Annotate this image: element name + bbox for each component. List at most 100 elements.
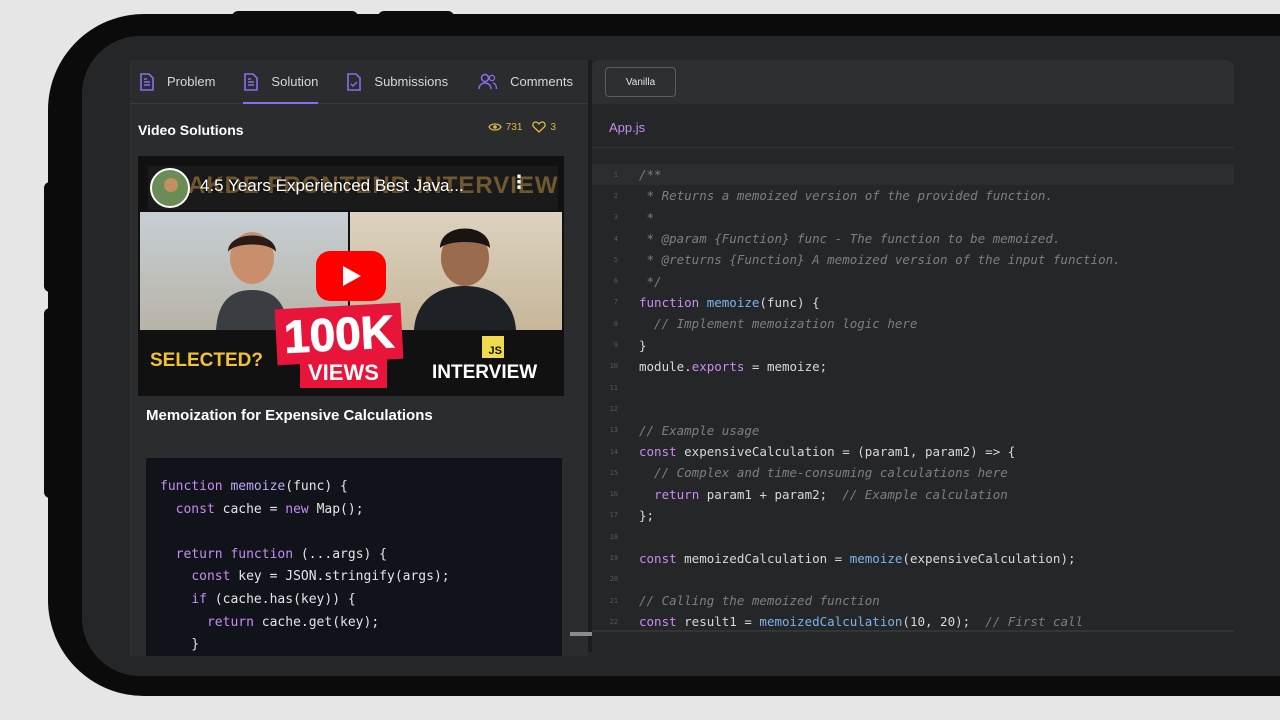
code-token: exports [691,358,745,374]
likes-count[interactable]: 3 [532,121,556,133]
users-icon [478,73,498,89]
editor-line[interactable]: 4 * @param {Function} func - The functio… [592,228,1234,249]
line-number: 16 [609,490,618,499]
channel-avatar[interactable] [150,168,190,208]
editor-line[interactable]: 13 // Example usage [592,420,1234,441]
line-code: const expensiveCalculation = (param1, pa… [639,444,1015,459]
video-player[interactable]: AKDE FRONTEND INTERVIEW 4.5 Years Experi… [138,156,564,396]
line-number: 1 [613,170,618,179]
line-code: * @param {Function} func - The function … [639,231,1061,246]
editor-line[interactable]: 14 const expensiveCalculation = (param1, … [592,441,1234,462]
line-code: // Calling the memoized function [639,593,880,608]
code-token: key = JSON.stringify(args); [238,569,450,585]
tab-label: Submissions [374,74,449,89]
code-token: const [175,501,223,517]
code-token: // First call [985,614,1084,630]
code-line: const key = JSON.stringify(args); [160,566,548,589]
tab-submissions[interactable]: Submissions [346,60,448,104]
code-token: // Complex and time-consuming calculatio… [639,465,1008,481]
code-token: result1 = [684,614,760,630]
code-token: memoizedCalculation [759,614,903,630]
line-number: 14 [609,447,618,456]
line-code: return param1 + param2; // Example calcu… [639,487,1008,502]
editor-line[interactable]: 6 */ [592,271,1234,292]
line-number: 3 [613,213,618,222]
code-editor[interactable]: 1 /** 2 * Returns a memoized version of th… [592,164,1234,630]
editor-line[interactable]: 19 const memoizedCalculation = memoize(ex… [592,547,1234,568]
line-number: 8 [613,319,618,328]
editor-line[interactable]: 2 * Returns a memoized version of the pr… [592,185,1234,206]
code-line: } [160,634,548,656]
tab-solution[interactable]: Solution [243,60,318,104]
code-token: param1 + param2; [706,486,843,502]
line-code: const memoizedCalculation = memoize(expe… [639,551,1076,566]
editor-line[interactable]: 18 [592,526,1234,547]
line-code: * [639,210,655,225]
tab-comments[interactable]: Comments [478,60,573,104]
tab-label: Problem [167,74,216,89]
line-code: * Returns a memoized version of the prov… [639,188,1053,203]
line-number: 10 [609,362,618,371]
video-header: AKDE FRONTEND INTERVIEW 4.5 Years Experi… [148,166,558,210]
code-token: // Example calculation [842,486,1008,502]
code-token: // Implement memoization logic here [639,316,918,332]
line-code: // Complex and time-consuming calculatio… [639,465,1008,480]
line-number: 17 [609,511,618,520]
editor-line[interactable]: 16 return param1 + param2; // Example ca… [592,484,1234,505]
editor-line[interactable]: 11 [592,377,1234,398]
framework-button[interactable]: Vanilla [605,67,676,97]
youtube-play-icon[interactable] [316,251,386,301]
code-token: memoize [230,479,286,494]
editor-line[interactable]: 7 function memoize(func) { [592,292,1234,313]
line-number: 5 [613,255,618,264]
resize-handle[interactable] [570,632,592,636]
line-code: } [639,338,647,353]
video-title[interactable]: 4.5 Years Experienced Best Java... [200,176,464,196]
code-token: function [230,546,301,562]
line-code: */ [639,274,662,289]
editor-line[interactable]: 15 // Complex and time-consuming calcula… [592,462,1234,483]
line-number: 7 [613,298,618,307]
editor-line[interactable]: 9} [592,334,1234,355]
editor-line[interactable]: 3 * [592,207,1234,228]
video-solutions-heading: Video Solutions [138,122,244,138]
editor-line[interactable]: 21 // Calling the memoized function [592,590,1234,611]
editor-line[interactable]: 10 module.exports = memoize; [592,356,1234,377]
editor-line[interactable]: 1 /** [592,164,1234,186]
code-token: (func) { [285,479,348,494]
editor-line[interactable]: 17}; [592,505,1234,526]
person-image [414,228,516,330]
line-number: 6 [613,277,618,286]
code-token: (expensiveCalculation); [902,550,1076,566]
tab-problem[interactable]: Problem [139,60,215,104]
editor-separator [592,147,1234,148]
line-number: 2 [613,191,618,200]
eye-icon [488,123,502,131]
code-token: memoizedCalculation = [684,550,850,566]
editor-line[interactable]: 22 const result1 = memoizedCalculation(10… [592,611,1234,630]
line-number: 15 [609,468,618,477]
code-token: const [639,444,685,460]
code-line: if (cache.has(key)) { [160,589,548,612]
line-number: 19 [609,554,618,563]
document-icon [140,72,154,91]
code-token: (func) { [759,294,820,310]
phone-screen: Problem Solution Submissions Comments Vi… [82,36,1280,676]
editor-line[interactable]: 20 [592,569,1234,590]
editor-line[interactable]: 12 [592,398,1234,419]
solution-title: Memoization for Expensive Calculations [146,407,433,424]
tab-label: Solution [271,74,319,89]
editor-toolbar: Vanilla [592,60,1234,104]
line-number: 4 [613,234,618,243]
editor-line[interactable]: 5 * @returns {Function} A memoized versi… [592,249,1234,270]
code-token: } [639,337,647,353]
file-tab-app-js[interactable]: App.js [609,120,645,135]
more-options-icon[interactable]: ⋮ [510,172,528,193]
line-number: 12 [609,404,618,413]
editor-line[interactable]: 8 // Implement memoization logic here [592,313,1234,334]
code-token: /** [639,167,662,183]
